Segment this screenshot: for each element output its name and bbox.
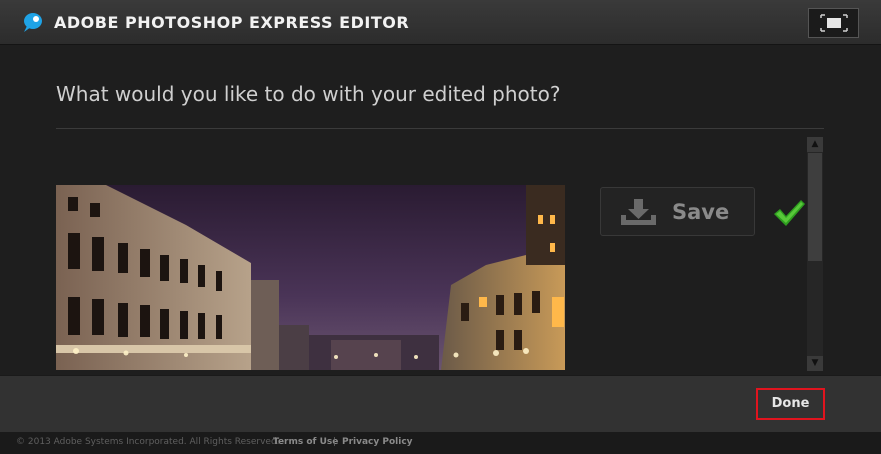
fullscreen-button[interactable] <box>808 8 859 38</box>
scrollbar-thumb[interactable] <box>808 153 822 261</box>
editor-window: ADOBE PHOTOSHOP EXPRESS EDITOR What woul… <box>0 0 881 454</box>
divider <box>56 128 824 129</box>
footer-separator: | <box>333 437 337 447</box>
app-title: ADOBE PHOTOSHOP EXPRESS EDITOR <box>54 13 410 32</box>
edited-photo-preview <box>56 185 565 370</box>
content-area: What would you like to do with your edit… <box>0 45 881 375</box>
done-button-label: Done <box>771 396 810 411</box>
legal-footer: © 2013 Adobe Systems Incorporated. All R… <box>0 432 881 454</box>
download-tray-icon <box>619 197 659 231</box>
privacy-policy-link[interactable]: Privacy Policy <box>342 437 413 447</box>
checkmark-icon <box>772 198 806 232</box>
scroll-up-arrow-icon[interactable]: ▲ <box>807 137 823 152</box>
fullscreen-icon <box>820 14 848 32</box>
title-bar: ADOBE PHOTOSHOP EXPRESS EDITOR <box>0 0 881 45</box>
vertical-scrollbar[interactable]: ▲ ▼ <box>807 137 823 371</box>
copyright-text: © 2013 Adobe Systems Incorporated. All R… <box>16 437 280 447</box>
terms-of-use-link[interactable]: Terms of Use <box>273 437 338 447</box>
save-button[interactable]: Save <box>600 187 755 236</box>
save-button-label: Save <box>672 200 730 224</box>
done-button[interactable]: Done <box>756 388 825 420</box>
action-bar: Done <box>0 375 881 432</box>
page-question: What would you like to do with your edit… <box>56 82 561 106</box>
photoshop-express-logo-icon <box>21 11 43 33</box>
scroll-down-arrow-icon[interactable]: ▼ <box>807 356 823 371</box>
